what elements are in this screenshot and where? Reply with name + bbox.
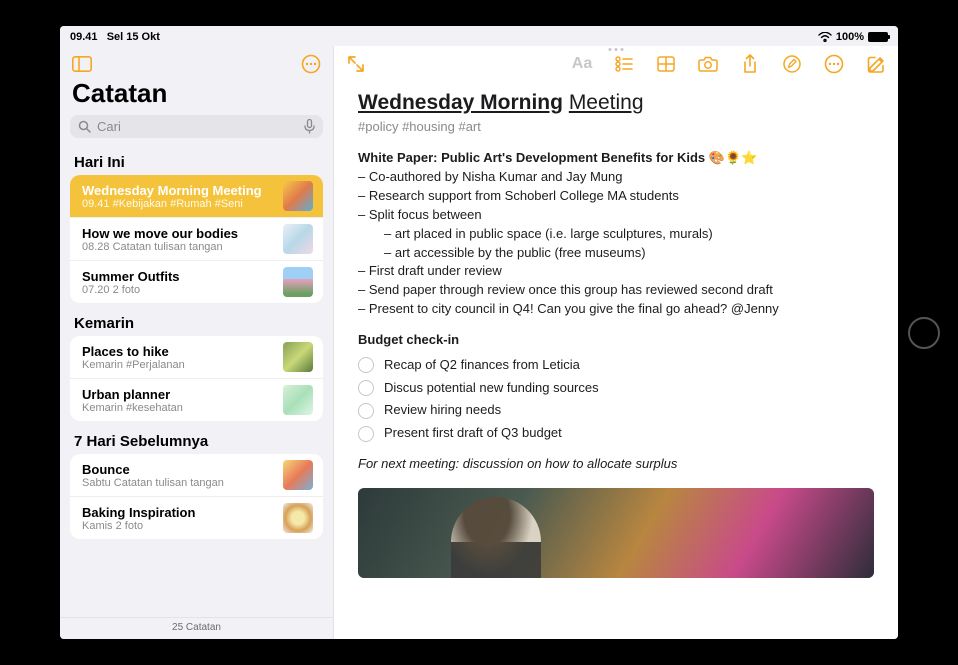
next-meeting-line: For next meeting: discussion on how to a… [358,455,874,474]
note-line: – Split focus between [358,206,874,225]
battery-percent: 100% [836,31,864,43]
note-item-title: Urban planner [82,387,275,402]
checklist-item[interactable]: Recap of Q2 finances from Leticia [358,354,874,377]
note-group: Wednesday Morning Meeting09.41 #Kebijaka… [70,175,323,303]
note-image-attachment[interactable] [358,488,874,578]
note-item-subtitle: 07.20 2 foto [82,284,275,296]
note-group: Places to hikeKemarin #PerjalananUrban p… [70,336,323,421]
status-time: 09.41 [70,31,98,43]
note-content-pane: Aa [334,46,898,639]
status-right: 100% [818,31,888,43]
ipad-device: 09.41 Sel 15 Okt 100% [0,0,958,665]
note-list-item[interactable]: Wednesday Morning Meeting09.41 #Kebijaka… [70,175,323,218]
sidebar: Catatan Cari Hari IniWednesday Morning M… [60,46,334,639]
checklist-item[interactable]: Discus potential new funding sources [358,377,874,400]
checklist: Recap of Q2 finances from Leticia Discus … [358,354,874,445]
note-line: – Co-authored by Nisha Kumar and Jay Mun… [358,168,874,187]
note-item-title: Summer Outfits [82,269,275,284]
text-format-button[interactable]: Aa [570,52,594,76]
note-line: – Present to city council in Q4! Can you… [358,300,874,319]
white-paper-heading: White Paper: Public Art's Development Be… [358,149,874,168]
more-icon[interactable] [822,52,846,76]
note-item-title: Wednesday Morning Meeting [82,183,275,198]
note-item-title: Baking Inspiration [82,505,275,520]
note-thumbnail [283,224,313,254]
note-line: – Research support from Schoberl College… [358,187,874,206]
note-thumbnail [283,460,313,490]
checklist-label: Review hiring needs [384,401,501,420]
note-thumbnail [283,503,313,533]
note-title: Wednesday Morning Meeting [358,88,874,118]
checklist-label: Discus potential new funding sources [384,379,599,398]
sidebar-toggle-icon[interactable] [70,52,94,76]
note-line: – First draft under review [358,262,874,281]
share-icon[interactable] [738,52,762,76]
note-thumbnail [283,181,313,211]
note-list-item[interactable]: Baking InspirationKamis 2 foto [70,497,323,539]
note-title-bold: Wednesday Morning [358,91,563,114]
note-list-item[interactable]: How we move our bodies08.28 Catatan tuli… [70,218,323,261]
checklist-item[interactable]: Present first draft of Q3 budget [358,422,874,445]
checkbox-icon[interactable] [358,403,374,419]
note-list[interactable]: Hari IniWednesday Morning Meeting09.41 #… [60,146,333,617]
note-thumbnail [283,342,313,372]
note-line: – Send paper through review once this gr… [358,281,874,300]
note-item-title: Places to hike [82,344,275,359]
note-title-light: Meeting [569,91,644,114]
checkbox-icon[interactable] [358,426,374,442]
search-placeholder: Cari [97,119,121,134]
section-header: Kemarin [70,307,323,336]
note-item-subtitle: Kamis 2 foto [82,520,275,532]
search-input[interactable]: Cari [70,115,323,138]
note-item-subtitle: Sabtu Catatan tulisan tangan [82,477,275,489]
note-body[interactable]: Wednesday Morning Meeting #policy #housi… [334,80,898,639]
checkbox-icon[interactable] [358,380,374,396]
note-line: – art accessible by the public (free mus… [384,244,874,263]
note-thumbnail [283,267,313,297]
checklist-item[interactable]: Review hiring needs [358,399,874,422]
compose-icon[interactable] [864,52,888,76]
note-line: – art placed in public space (i.e. large… [384,225,874,244]
sidebar-footer: 25 Catatan [60,617,333,639]
note-item-title: How we move our bodies [82,226,275,241]
status-left: 09.41 Sel 15 Okt [70,31,160,43]
note-list-item[interactable]: BounceSabtu Catatan tulisan tangan [70,454,323,497]
checklist-label: Present first draft of Q3 budget [384,424,562,443]
note-list-item[interactable]: Urban plannerKemarin #kesehatan [70,379,323,421]
markup-icon[interactable] [780,52,804,76]
note-item-subtitle: 08.28 Catatan tulisan tangan [82,241,275,253]
note-thumbnail [283,385,313,415]
camera-icon[interactable] [696,52,720,76]
expand-icon[interactable] [344,52,368,76]
note-group: BounceSabtu Catatan tulisan tanganBaking… [70,454,323,539]
table-icon[interactable] [654,52,678,76]
section-header: Hari Ini [70,146,323,175]
budget-heading: Budget check-in [358,331,874,350]
note-toolbar: Aa [334,46,898,80]
note-item-subtitle: 09.41 #Kebijakan #Rumah #Seni [82,198,275,210]
status-date: Sel 15 Okt [107,31,160,43]
wifi-icon [818,32,832,42]
checklist-icon[interactable] [612,52,636,76]
note-item-title: Bounce [82,462,275,477]
note-list-item[interactable]: Summer Outfits07.20 2 foto [70,261,323,303]
checklist-label: Recap of Q2 finances from Leticia [384,356,580,375]
note-tags: #policy #housing #art [358,118,874,137]
note-item-subtitle: Kemarin #Perjalanan [82,359,275,371]
home-button[interactable] [908,317,940,349]
section-header: 7 Hari Sebelumnya [70,425,323,454]
search-icon [78,120,91,133]
status-bar: 09.41 Sel 15 Okt 100% [60,26,898,46]
drag-handle-icon[interactable] [609,48,624,51]
sidebar-title: Catatan [60,78,333,115]
note-item-subtitle: Kemarin #kesehatan [82,402,275,414]
screen: 09.41 Sel 15 Okt 100% [60,26,898,639]
checkbox-icon[interactable] [358,357,374,373]
more-options-icon[interactable] [299,52,323,76]
battery-icon [868,32,888,42]
note-list-item[interactable]: Places to hikeKemarin #Perjalanan [70,336,323,379]
mic-icon[interactable] [304,119,315,134]
